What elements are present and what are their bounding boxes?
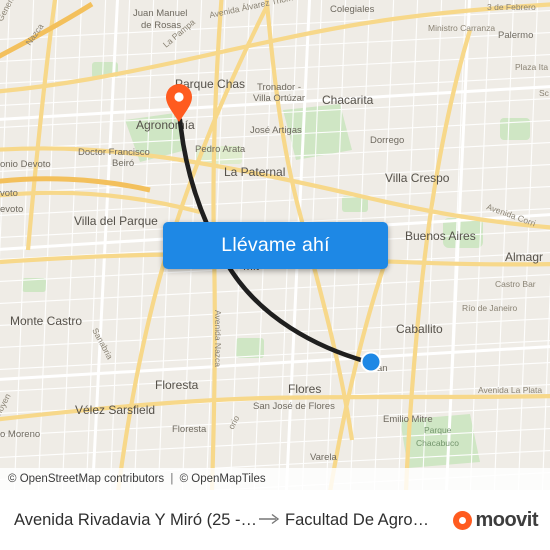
map-label: Vélez Sarsfield [75,403,155,417]
map-label: Avenida La Plata [478,385,542,395]
map-label: Chacarita [322,93,374,107]
map-label: Avenida Nazca [213,310,223,367]
moovit-wordmark: moovit [475,509,538,531]
map-label: Buenos Aires [405,229,476,243]
map-label: Floresta [172,424,207,435]
map-label: Emilio Mitre [383,414,433,425]
route-destination-label[interactable]: Facultad De Agro… [283,511,453,530]
map-label: Villa del Parque [74,214,158,228]
map-label: Doctor Francisco [78,147,150,158]
map-label: Monte Castro [10,314,82,328]
map-label: Juan Manuel [133,8,187,19]
map-label: Colegiales [330,4,375,15]
map-label: Ministro Carranza [428,23,495,33]
route-bottom-bar: Avenida Rivadavia Y Miró (25 -… Facultad… [0,490,550,550]
map-label: evoto [0,204,23,215]
attribution-separator: | [170,473,174,485]
map-label: Sc [539,88,550,98]
map-label: voto [0,188,18,199]
map-label: Dorrego [370,135,404,146]
map-label: Varela [310,452,337,463]
map-attribution: © OpenStreetMap contributors | © OpenMap… [0,468,550,490]
route-origin-label[interactable]: Avenida Rivadavia Y Miró (25 -… [14,511,257,530]
map-label: onio Devoto [0,159,51,170]
attribution-tiles-link[interactable]: OpenMapTiles [191,473,265,485]
attribution-copyright-tiles: © [179,473,189,485]
map-label: Floresta [155,378,199,392]
map-label: Villa Crespo [385,171,450,185]
map-label: Río de Janeiro [462,303,518,313]
moovit-brand[interactable]: moovit [453,509,540,532]
moovit-map-screen: Juan Manuel de Rosas Avenida Álvarez Thoma… [0,0,550,550]
map-label: Parque [424,425,452,435]
map-label: Tronador - [257,82,301,93]
map-label: Pedro Arata [195,144,246,155]
map-label: Palermo [498,30,533,41]
attribution-copyright-osm: © [8,473,17,485]
map-label: Caballito [396,322,443,336]
map-label: o Moreno [0,429,40,440]
destination-marker [360,351,382,373]
map-label: Plaza Ita [515,62,548,72]
take-me-there-button[interactable]: Llévame ahí [163,222,388,269]
map-label: Almagr [505,250,543,264]
map-label: Chacabuco [416,438,459,448]
arrow-right-glyph [259,513,280,525]
map-label: La Paternal [224,165,285,179]
map-label: José Artigas [250,125,302,136]
map-label: Villa Ortúzar [253,93,305,104]
map-label: 3 de Febrero [487,2,536,12]
map-label: Castro Bar [495,279,536,289]
map-label: Beiró [112,158,134,169]
arrow-right-icon [257,512,283,529]
map-label: San José de Flores [253,401,335,412]
map-label: Flores [288,382,321,396]
attribution-osm-link[interactable]: OpenStreetMap contributors [20,473,164,485]
map-label: Agronomía [136,118,195,132]
map-canvas[interactable]: Juan Manuel de Rosas Avenida Álvarez Thoma… [0,0,550,490]
moovit-logo-icon [453,511,473,530]
